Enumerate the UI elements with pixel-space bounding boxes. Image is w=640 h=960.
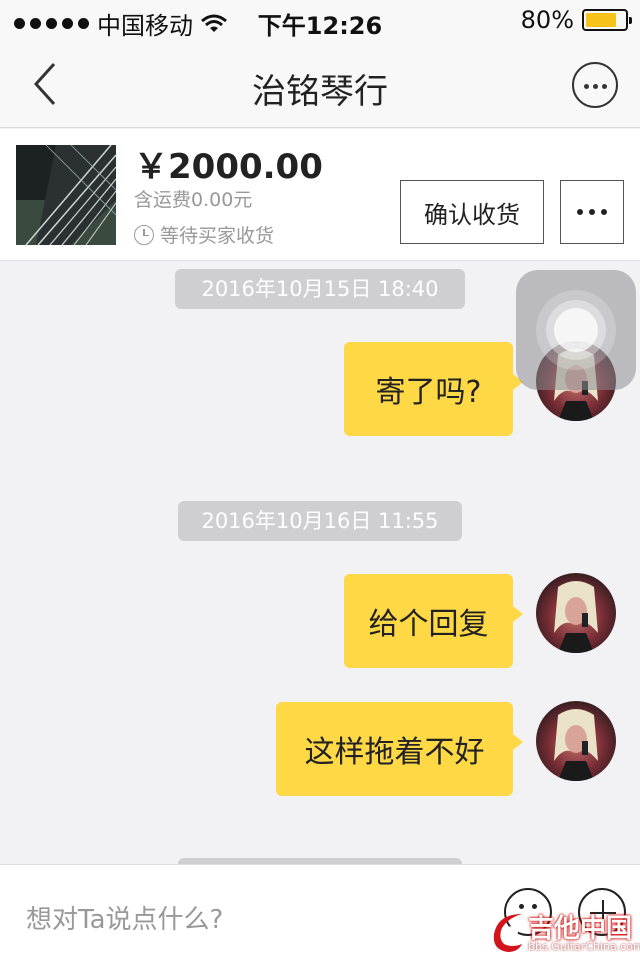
message-bubble[interactable]: 这样拖着不好: [276, 702, 523, 796]
order-more-button[interactable]: [560, 180, 624, 244]
battery-percent: 80%: [520, 6, 574, 34]
more-circle-icon[interactable]: [572, 62, 618, 108]
status-right: 80%: [520, 6, 632, 34]
avatar[interactable]: [536, 573, 616, 653]
message-bubble[interactable]: 寄了吗?: [344, 342, 523, 436]
message-timestamp: 2016年10月16日 11:55: [178, 501, 462, 541]
avatar[interactable]: [536, 701, 616, 781]
chat-screen: 中国移动 下午12:26 80% 治铭琴行 ￥2000.00 含运费0.00元 …: [0, 0, 640, 960]
order-status: 等待买家收货: [134, 221, 274, 248]
guitarchina-watermark: 吉他中国 bbs.GuitarChina.com: [488, 908, 640, 958]
battery-icon: [582, 9, 632, 31]
message-input[interactable]: 想对Ta说点什么?: [26, 899, 223, 936]
confirm-receipt-button[interactable]: 确认收货: [400, 180, 544, 244]
status-bar: 中国移动 下午12:26 80%: [0, 0, 640, 40]
more-dots-icon: [577, 209, 583, 215]
order-status-label: 等待买家收货: [160, 225, 275, 247]
clock-icon: [134, 224, 154, 245]
nav-bar: 治铭琴行: [0, 40, 640, 128]
order-price: ￥2000.00: [134, 147, 323, 187]
message-timestamp: 2016年10月15日 18:40: [175, 269, 465, 309]
message-bubble[interactable]: 给个回复: [344, 574, 523, 668]
watermark-logo-icon: [493, 914, 522, 952]
shipping-fee: 含运费0.00元: [134, 189, 253, 211]
watermark-url: bbs.GuitarChina.com: [528, 940, 640, 953]
assistive-touch-button[interactable]: [516, 270, 636, 390]
page-title: 治铭琴行: [252, 72, 388, 112]
battery-fill: [586, 13, 617, 27]
product-thumbnail[interactable]: [16, 145, 116, 245]
order-summary: ￥2000.00 含运费0.00元 等待买家收货 确认收货: [0, 129, 640, 261]
